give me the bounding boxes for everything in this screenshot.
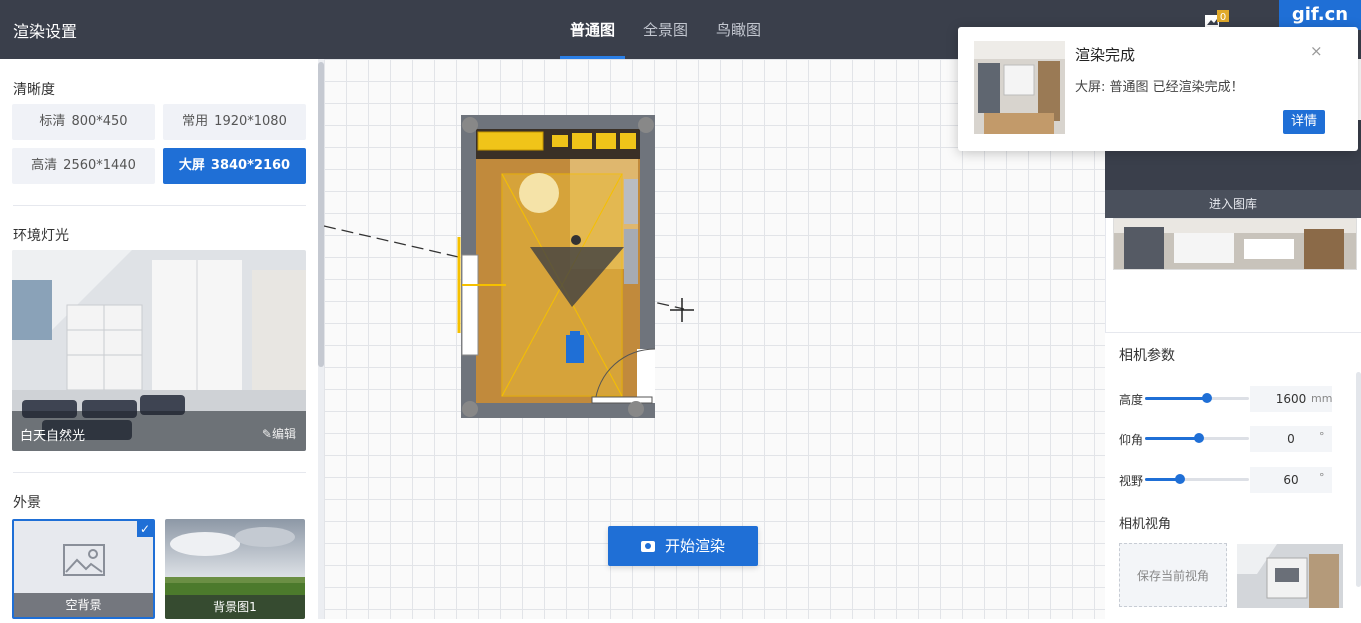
lighting-caption: 白天自然光 ✎编辑 <box>12 411 306 451</box>
resolution-common-button[interactable]: 常用 1920*1080 <box>163 104 306 140</box>
resolution-name: 高清 <box>31 158 58 173</box>
gallery-count: 0 <box>1220 12 1226 23</box>
tab-normal[interactable]: 普通图 <box>560 0 626 59</box>
resolution-size: 1920*1080 <box>214 114 287 129</box>
height-label: 高度 <box>1119 393 1144 407</box>
edit-label: 编辑 <box>271 427 296 441</box>
exterior-title: 外景 <box>13 495 41 511</box>
notification-message: 大屏: 普通图 已经渲染完成！ <box>1075 80 1244 95</box>
resolution-hd-button[interactable]: 高清 2560*1440 <box>12 148 155 184</box>
exterior-background-card[interactable]: 背景图1 <box>165 519 305 619</box>
render-complete-notification: 渲染完成 大屏: 普通图 已经渲染完成！ × 详情 <box>958 27 1358 151</box>
close-icon[interactable]: × <box>1310 42 1323 60</box>
gallery-count-icon[interactable]: 0 <box>1204 9 1230 29</box>
start-render-label: 开始渲染 <box>664 537 725 555</box>
start-render-button[interactable]: 开始渲染 <box>608 526 758 566</box>
details-button[interactable]: 详情 <box>1283 110 1325 134</box>
divider <box>13 472 306 473</box>
exterior-empty-card[interactable]: ✓ 空背景 <box>12 519 155 619</box>
resolution-name: 大屏 <box>178 158 205 173</box>
pitch-slider[interactable] <box>1145 433 1249 443</box>
height-slider-knob[interactable] <box>1202 393 1212 403</box>
enter-gallery-button[interactable]: 进入图库 <box>1105 190 1361 218</box>
image-placeholder-icon <box>63 544 105 576</box>
fov-slider[interactable] <box>1145 474 1249 484</box>
settings-sidebar: 清晰度 标清 800*450 常用 1920*1080 高清 2560*1440 大屏… <box>0 59 318 619</box>
resolution-size: 2560*1440 <box>63 158 136 173</box>
camera-params-panel: 相机参数 高度 1600 mm 仰角 0 ° 视野 60 ° 相机视角 保存当前… <box>1105 332 1361 619</box>
resolution-4k-button[interactable]: 大屏 3840*2160 <box>163 148 306 184</box>
pitch-unit: ° <box>1319 430 1325 443</box>
edit-icon: ✎ <box>261 427 272 441</box>
camera-params-title: 相机参数 <box>1119 348 1175 364</box>
saved-view-thumbnail[interactable] <box>1237 544 1343 608</box>
divider <box>13 205 306 206</box>
pitch-slider-fill <box>1145 437 1199 440</box>
exterior-name: 空背景 <box>14 593 153 617</box>
resolution-size: 800*450 <box>71 114 128 129</box>
camera-icon <box>640 541 655 552</box>
fov-unit: ° <box>1319 471 1325 484</box>
gallery-thumbnail[interactable] <box>1113 218 1357 270</box>
page-title: 渲染设置 <box>13 22 78 41</box>
height-unit: mm <box>1311 392 1333 405</box>
exterior-name: 背景图1 <box>165 595 305 619</box>
lighting-name: 白天自然光 <box>20 429 86 444</box>
save-current-view-button[interactable]: 保存当前视角 <box>1119 543 1227 607</box>
height-slider-fill <box>1145 397 1207 400</box>
camera-panel-scrollbar[interactable] <box>1356 372 1361 587</box>
lighting-preset-card[interactable]: 白天自然光 ✎编辑 <box>12 250 306 451</box>
lighting-title: 环境灯光 <box>13 228 69 244</box>
render-result-thumbnail[interactable] <box>974 41 1065 134</box>
height-slider[interactable] <box>1145 393 1249 403</box>
resolution-name: 常用 <box>182 114 209 129</box>
tab-panorama[interactable]: 全景图 <box>633 0 698 59</box>
fov-label: 视野 <box>1119 474 1144 488</box>
tab-birdseye[interactable]: 鸟瞰图 <box>706 0 771 59</box>
camera-view-title: 相机视角 <box>1119 517 1172 532</box>
render-type-tabs: 普通图 全景图 鸟瞰图 <box>560 0 779 59</box>
selected-check-icon: ✓ <box>137 521 153 537</box>
fov-slider-knob[interactable] <box>1175 474 1185 484</box>
watermark-logo: gif.cn <box>1279 0 1361 30</box>
pitch-label: 仰角 <box>1119 433 1144 447</box>
pitch-slider-knob[interactable] <box>1194 433 1204 443</box>
resolution-name: 标清 <box>39 114 66 129</box>
lighting-edit-button[interactable]: ✎编辑 <box>262 425 296 442</box>
resolution-sd-button[interactable]: 标清 800*450 <box>12 104 155 140</box>
resolution-title: 清晰度 <box>13 82 55 98</box>
notification-title: 渲染完成 <box>1075 46 1136 64</box>
resolution-size: 3840*2160 <box>210 158 291 173</box>
